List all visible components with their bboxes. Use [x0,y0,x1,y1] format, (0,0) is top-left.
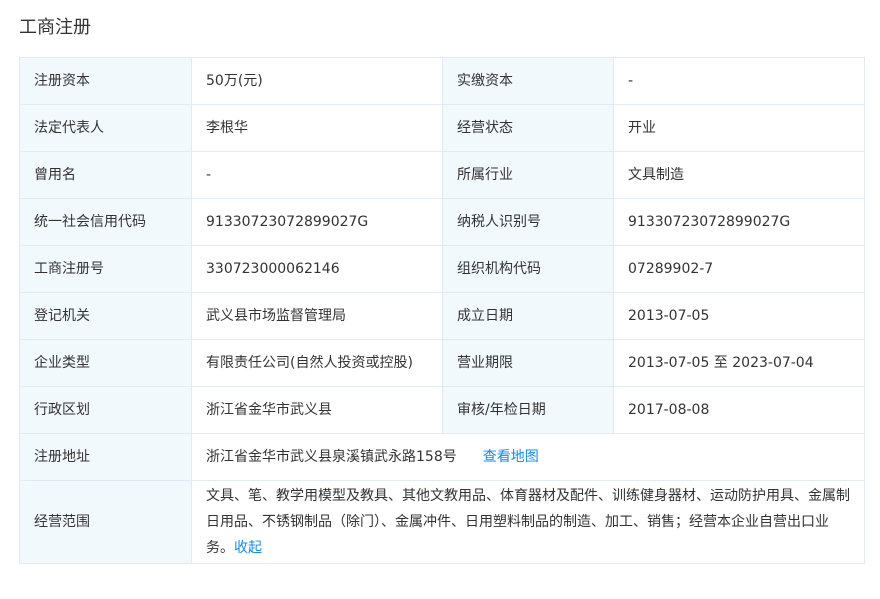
table-row-scope: 经营范围 文具、笔、教学用模型及教具、其他文教用品、体育器材及配件、训练健身器材… [19,480,865,564]
field-label: 企业类型 [19,339,192,387]
field-label: 登记机关 [19,292,192,340]
field-value: 91330723072899027G [613,198,865,246]
table-row: 统一社会信用代码 91330723072899027G 纳税人识别号 91330… [19,198,865,246]
field-label: 营业期限 [442,339,614,387]
field-label: 法定代表人 [19,104,192,152]
field-label: 注册资本 [19,57,192,105]
field-value: 330723000062146 [191,245,443,293]
scope-label: 经营范围 [19,480,192,564]
table-row: 登记机关 武义县市场监督管理局 成立日期 2013-07-05 [19,292,865,340]
field-label: 工商注册号 [19,245,192,293]
field-value: 91330723072899027G [191,198,443,246]
field-label: 曾用名 [19,151,192,199]
field-label: 实缴资本 [442,57,614,105]
field-value: 文具制造 [613,151,865,199]
field-value: - [191,151,443,199]
collapse-link[interactable]: 收起 [234,540,262,556]
field-value: 武义县市场监督管理局 [191,292,443,340]
table-row: 工商注册号 330723000062146 组织机构代码 07289902-7 [19,245,865,293]
table-row: 曾用名 - 所属行业 文具制造 [19,151,865,199]
table-row: 行政区划 浙江省金华市武义县 审核/年检日期 2017-08-08 [19,386,865,434]
table-row: 法定代表人 李根华 经营状态 开业 [19,104,865,152]
business-registration-table: 注册资本 50万(元) 实缴资本 - 法定代表人 李根华 经营状态 开业 曾用名… [19,57,865,564]
field-label: 行政区划 [19,386,192,434]
field-value: 开业 [613,104,865,152]
field-value: 50万(元) [191,57,443,105]
field-value: 2013-07-05 [613,292,865,340]
table-row-address: 注册地址 浙江省金华市武义县泉溪镇武永路158号 查看地图 [19,433,865,481]
address-cell: 浙江省金华市武义县泉溪镇武永路158号 查看地图 [191,433,865,481]
field-value: 07289902-7 [613,245,865,293]
scope-cell: 文具、笔、教学用模型及教具、其他文教用品、体育器材及配件、训练健身器材、运动防护… [191,480,865,564]
field-value: 有限责任公司(自然人投资或控股) [191,339,443,387]
field-value: - [613,57,865,105]
table-row: 注册资本 50万(元) 实缴资本 - [19,57,865,105]
address-label: 注册地址 [19,433,192,481]
field-value: 浙江省金华市武义县 [191,386,443,434]
field-label: 纳税人识别号 [442,198,614,246]
table-row: 企业类型 有限责任公司(自然人投资或控股) 营业期限 2013-07-05 至 … [19,339,865,387]
view-map-link[interactable]: 查看地图 [483,449,539,465]
scope-value: 文具、笔、教学用模型及教具、其他文教用品、体育器材及配件、训练健身器材、运动防护… [206,488,850,556]
field-value: 李根华 [191,104,443,152]
field-label: 统一社会信用代码 [19,198,192,246]
section-title: 工商注册 [19,17,91,38]
field-label: 成立日期 [442,292,614,340]
field-value: 2017-08-08 [613,386,865,434]
address-value: 浙江省金华市武义县泉溪镇武永路158号 [206,449,457,465]
field-value: 2013-07-05 至 2023-07-04 [613,339,865,387]
field-label: 组织机构代码 [442,245,614,293]
field-label: 经营状态 [442,104,614,152]
field-label: 所属行业 [442,151,614,199]
field-label: 审核/年检日期 [442,386,614,434]
